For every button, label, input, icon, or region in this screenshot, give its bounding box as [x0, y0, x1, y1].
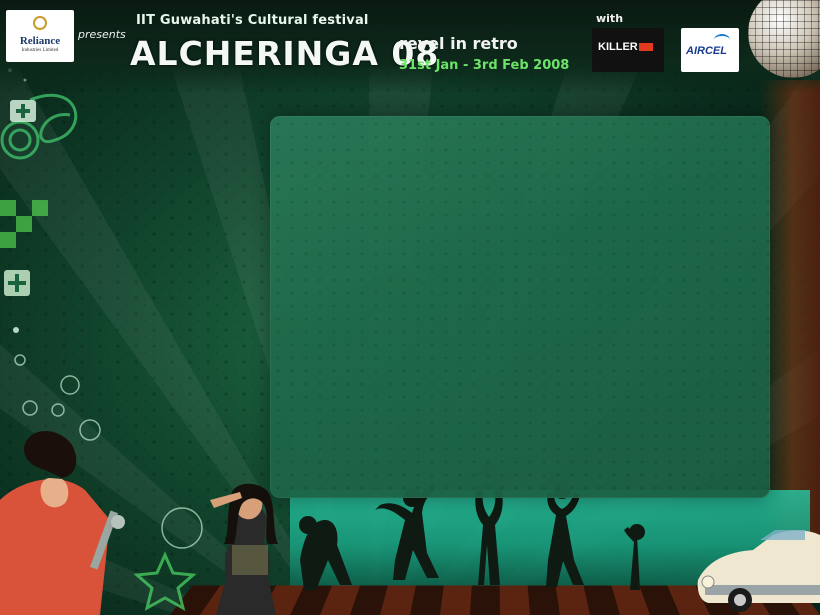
reliance-mark-icon	[33, 16, 47, 30]
aircel-logo[interactable]: AIRCEL	[681, 28, 739, 72]
checker-pattern	[0, 200, 48, 248]
sponsor-sub: Industries Limited	[21, 48, 59, 53]
splash-page: Reliance Industries Limited presents IIT…	[0, 0, 820, 615]
aircel-swoosh-icon	[714, 34, 730, 46]
festival-dates: 31st Jan - 3rd Feb 2008	[399, 58, 570, 73]
star-icon	[133, 551, 197, 611]
killer-logo[interactable]: KILLER	[592, 28, 664, 72]
content-panel	[270, 116, 770, 498]
presents-label: presents	[78, 28, 126, 41]
woman-figure	[210, 483, 278, 615]
festival-line: IIT Guwahati's Cultural festival	[136, 13, 369, 28]
with-label: with	[596, 12, 624, 25]
killer-flag-icon	[639, 43, 653, 51]
sponsor-name: Reliance	[19, 35, 61, 47]
aircel-label: AIRCEL	[686, 45, 727, 57]
festival-title[interactable]: ALCHERINGA 08	[130, 34, 439, 73]
reliance-logo[interactable]: Reliance Industries Limited	[6, 10, 74, 62]
festival-tagline: revel in retro	[399, 34, 518, 53]
killer-label: KILLER	[598, 41, 638, 53]
retro-car-icon	[697, 530, 820, 612]
singer-figure	[0, 430, 125, 615]
